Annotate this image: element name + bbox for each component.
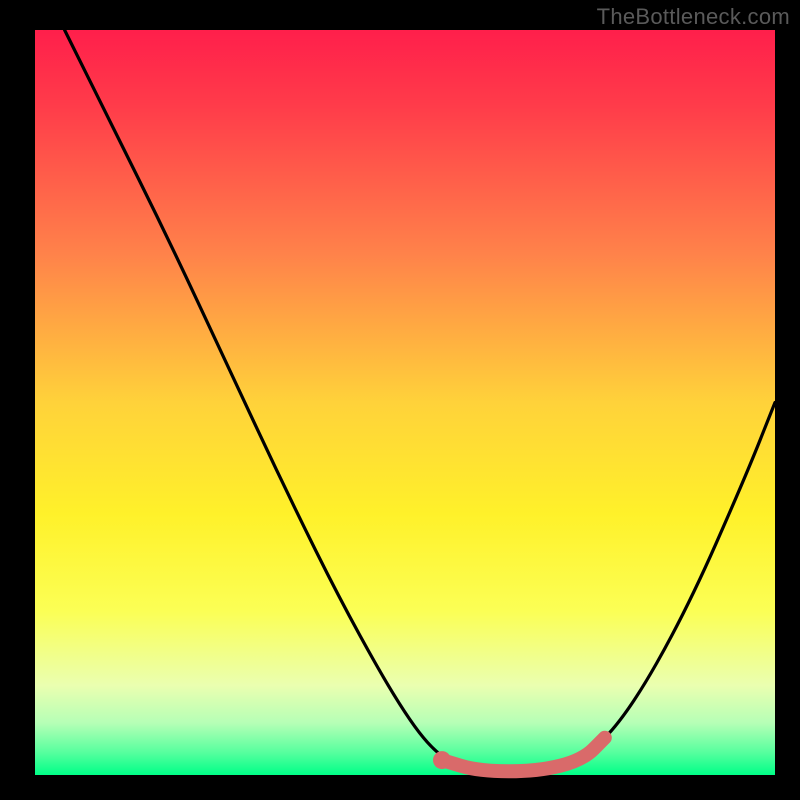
chart-stage: TheBottleneck.com xyxy=(0,0,800,800)
plot-background xyxy=(35,30,775,775)
bottleneck-chart xyxy=(0,0,800,800)
watermark-label: TheBottleneck.com xyxy=(597,4,790,30)
marker-dot xyxy=(433,751,451,769)
